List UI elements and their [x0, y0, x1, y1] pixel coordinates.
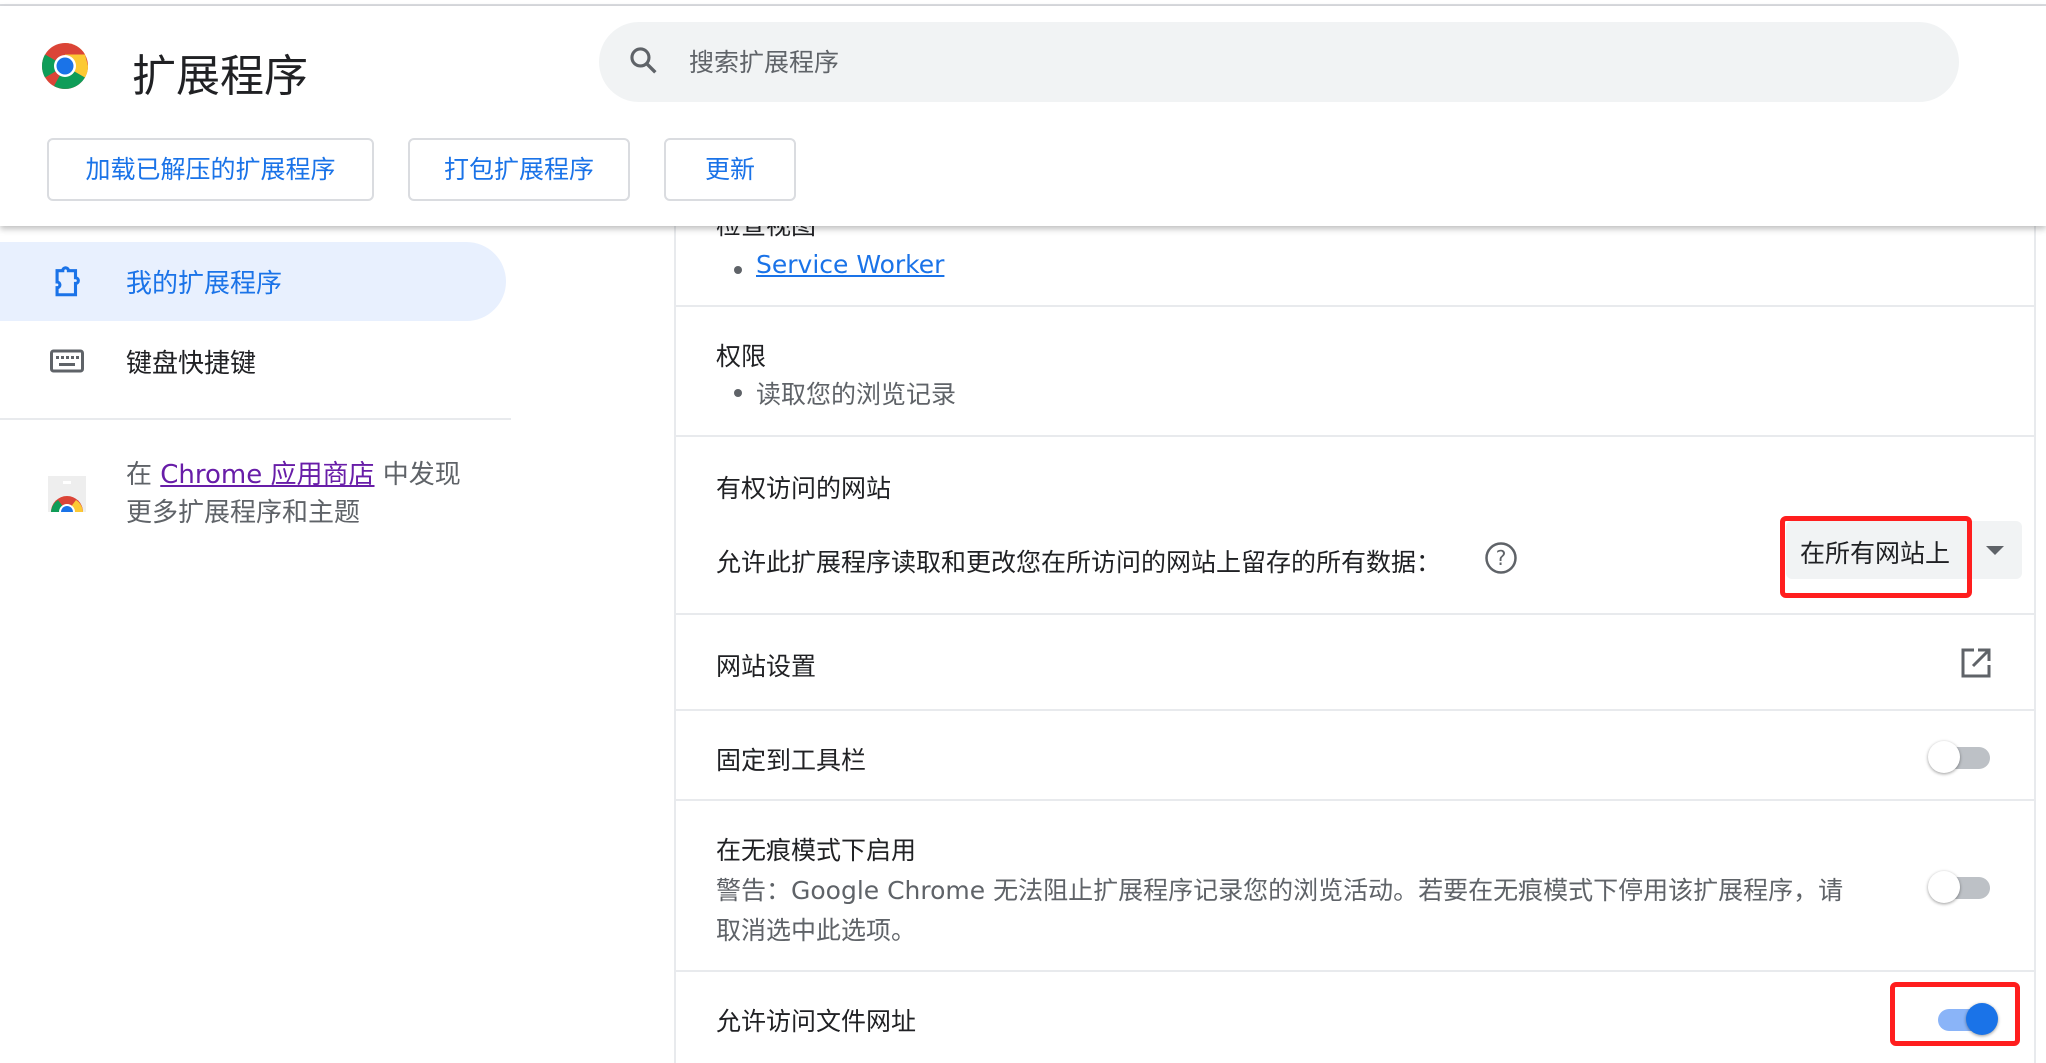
sidebar-divider: [0, 418, 511, 420]
highlight-box: [1780, 516, 1972, 598]
site-settings-label: 网站设置: [716, 652, 817, 681]
bullet: [734, 266, 742, 274]
dropdown-arrow-icon: [1986, 546, 2004, 555]
search-bar[interactable]: [599, 22, 1959, 102]
search-input[interactable]: [689, 22, 1889, 102]
incognito-warning-line2: 取消选中此选项。: [716, 916, 917, 945]
sidebar-item-label: 我的扩展程序: [126, 269, 283, 299]
update-button[interactable]: 更新: [664, 138, 796, 201]
store-line2: 更多扩展程序和主题: [126, 498, 361, 528]
web-store-promo: 在 Chrome 应用商店 中发现 更多扩展程序和主题: [126, 456, 461, 532]
header: 扩展程序 加载已解压的扩展程序 打包扩展程序 更新: [0, 6, 2046, 226]
sidebar-item-label: 键盘快捷键: [126, 349, 257, 379]
extension-details-card: 检查视图 Service Worker 权限 读取您的浏览记录 有权访问的网站 …: [674, 211, 2036, 1063]
open-in-new-icon[interactable]: [1960, 647, 1992, 679]
bullet: [734, 389, 742, 397]
page-title: 扩展程序: [132, 51, 308, 102]
pin-toolbar-row: 固定到工具栏: [676, 711, 2034, 801]
permissions-section: 权限 读取您的浏览记录: [676, 307, 2034, 437]
store-suffix: 中发现: [374, 460, 461, 490]
pin-toolbar-label: 固定到工具栏: [716, 746, 867, 775]
help-icon[interactable]: ?: [1484, 541, 1518, 575]
keyboard-icon: [50, 349, 84, 372]
site-settings-row[interactable]: 网站设置: [676, 615, 2034, 711]
chrome-logo-icon: [41, 42, 89, 89]
pack-extension-button[interactable]: 打包扩展程序: [408, 138, 630, 201]
chrome-web-store-icon: [48, 476, 86, 512]
pin-toolbar-toggle[interactable]: [1928, 741, 1992, 773]
search-icon: [630, 47, 657, 74]
file-urls-label: 允许访问文件网址: [716, 1007, 917, 1036]
site-access-description: 允许此扩展程序读取和更改您在所访问的网站上留存的所有数据：: [716, 548, 1442, 577]
incognito-row: 在无痕模式下启用 警告：Google Chrome 无法阻止扩展程序记录您的浏览…: [676, 801, 2034, 972]
permissions-label: 权限: [716, 342, 767, 371]
incognito-warning-line1: 警告：Google Chrome 无法阻止扩展程序记录您的浏览活动。若要在无痕模…: [716, 876, 1844, 905]
sidebar-item-my-extensions[interactable]: 我的扩展程序: [0, 242, 506, 321]
permission-item: 读取您的浏览记录: [756, 380, 957, 409]
svg-text:?: ?: [1496, 546, 1507, 570]
service-worker-link[interactable]: Service Worker: [756, 250, 944, 279]
puzzle-icon: [55, 265, 80, 296]
sidebar-item-keyboard-shortcuts[interactable]: 键盘快捷键: [0, 322, 506, 401]
incognito-label: 在无痕模式下启用: [716, 836, 917, 865]
store-prefix: 在: [126, 460, 161, 490]
file-urls-row: 允许访问文件网址: [676, 972, 2034, 1063]
chrome-web-store-link[interactable]: Chrome 应用商店: [160, 460, 374, 490]
incognito-toggle[interactable]: [1928, 871, 1992, 903]
highlight-box: [1890, 982, 2020, 1046]
site-access-section: 有权访问的网站 允许此扩展程序读取和更改您在所访问的网站上留存的所有数据： ? …: [676, 437, 2034, 615]
load-unpacked-button[interactable]: 加载已解压的扩展程序: [47, 138, 374, 201]
site-access-label: 有权访问的网站: [716, 474, 892, 503]
